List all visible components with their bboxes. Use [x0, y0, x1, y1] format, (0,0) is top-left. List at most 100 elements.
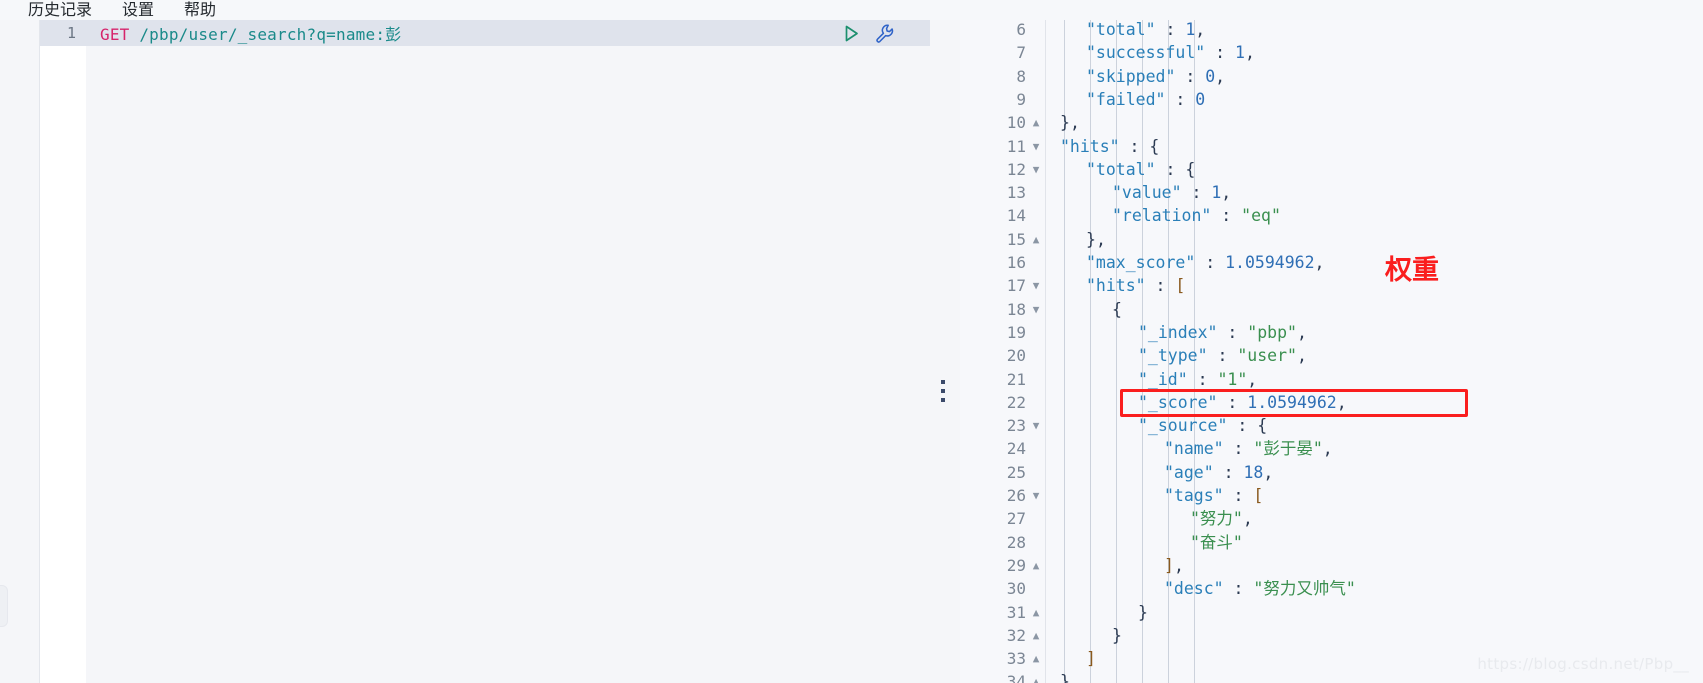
- response-line-text: "_index" : "pbp",: [1138, 322, 1307, 342]
- response-line-text: "name" : "彭于晏",: [1164, 439, 1333, 459]
- response-line: 11 ▼ "hits" : {: [960, 135, 1703, 158]
- response-line-number: 27: [1006, 509, 1026, 529]
- response-line-text: },: [1060, 113, 1080, 133]
- response-line-number: 33: [1006, 649, 1026, 669]
- pane-splitter[interactable]: [930, 20, 960, 683]
- response-line-text: "_source" : {: [1138, 416, 1268, 436]
- fold-collapse-icon[interactable]: ▼: [1030, 484, 1042, 507]
- response-line: 25 "age" : 18,: [960, 461, 1703, 484]
- response-line: 22 "_score" : 1.0594962,: [960, 391, 1703, 414]
- response-line: 15 ▲},: [960, 228, 1703, 251]
- fold-expand-icon[interactable]: ▲: [1030, 228, 1042, 251]
- response-line-number: 17: [1006, 276, 1026, 296]
- response-line-number: 13: [1006, 183, 1026, 203]
- drag-handle-icon[interactable]: [941, 380, 945, 402]
- response-line-text: ],: [1164, 555, 1184, 575]
- response-line: 21 "_id" : "1",: [960, 368, 1703, 391]
- response-line: 19 "_index" : "pbp",: [960, 321, 1703, 344]
- response-line: 6 "total" : 1,: [960, 20, 1703, 41]
- response-line-text: },: [1086, 229, 1106, 249]
- request-actions: [842, 20, 896, 46]
- response-line: 30 "desc" : "努力又帅气": [960, 577, 1703, 600]
- response-line: 16 "max_score" : 1.0594962,: [960, 251, 1703, 274]
- request-line[interactable]: 1 GET /pbp/user/_search?q=name:彭: [40, 20, 930, 46]
- response-line-number: 14: [1006, 206, 1026, 226]
- response-line-text: "total" : {: [1086, 159, 1196, 179]
- play-icon[interactable]: [842, 24, 861, 43]
- response-line-number: 20: [1006, 346, 1026, 366]
- fold-expand-icon[interactable]: ▲: [1030, 554, 1042, 577]
- request-editor-pane[interactable]: 1 GET /pbp/user/_search?q=name:彭: [40, 20, 930, 683]
- response-line: 31 ▲}: [960, 601, 1703, 624]
- response-line-number: 34: [1006, 672, 1026, 683]
- response-line: 12 ▼ "total" : {: [960, 158, 1703, 181]
- response-line-text: "age" : 18,: [1164, 462, 1274, 482]
- menu-item-help[interactable]: 帮助: [184, 0, 216, 20]
- response-line-number: 7: [1016, 43, 1026, 63]
- response-line-number: 31: [1006, 602, 1026, 622]
- watermark: https://blog.csdn.net/Pbp__: [1477, 655, 1689, 673]
- response-line-number: 16: [1006, 253, 1026, 272]
- response-line: 24 "name" : "彭于晏",: [960, 437, 1703, 460]
- response-line: 9 "failed" : 0: [960, 88, 1703, 111]
- fold-expand-icon[interactable]: ▲: [1030, 670, 1042, 683]
- response-line: 29 ▲],: [960, 554, 1703, 577]
- menu-item-settings[interactable]: 设置: [122, 0, 154, 20]
- annotation-label-weight: 权重: [1385, 255, 1439, 286]
- fold-collapse-icon[interactable]: ▼: [1030, 298, 1042, 321]
- response-line-text: }: [1112, 625, 1122, 645]
- grip-dot: [941, 398, 945, 402]
- response-line-number: 18: [1006, 299, 1026, 319]
- response-line-number: 21: [1006, 369, 1026, 389]
- rail-collapse-handle[interactable]: [0, 585, 8, 627]
- response-line-number: 32: [1006, 625, 1026, 645]
- response-line-number: 11: [1006, 136, 1026, 156]
- response-line-text: "relation" : "eq": [1112, 206, 1281, 226]
- fold-collapse-icon[interactable]: ▼: [1030, 135, 1042, 158]
- response-line: 10 ▲},: [960, 111, 1703, 134]
- editor-gutter: [40, 20, 86, 683]
- left-rail: [0, 20, 40, 683]
- fold-expand-icon[interactable]: ▲: [1030, 647, 1042, 670]
- response-line-number: 23: [1006, 416, 1026, 436]
- request-line-number: 1: [66, 24, 76, 42]
- fold-expand-icon[interactable]: ▲: [1030, 601, 1042, 624]
- menu-bar: 历史记录 设置 帮助: [0, 0, 1703, 20]
- kibana-dev-tools-console: 历史记录 设置 帮助 1 GET /pbp/user/_search?q=nam…: [0, 0, 1703, 683]
- response-line-text: "total" : 1,: [1086, 20, 1206, 39]
- response-line-number: 30: [1006, 579, 1026, 599]
- response-line-text: ]: [1086, 649, 1096, 669]
- editor-body[interactable]: [86, 20, 930, 683]
- response-line: 13 "value" : 1,: [960, 181, 1703, 204]
- response-line-number: 9: [1016, 89, 1026, 109]
- request-text[interactable]: GET /pbp/user/_search?q=name:彭: [86, 21, 930, 45]
- response-line: 18 ▼ {: [960, 298, 1703, 321]
- response-line-text: "hits" : [: [1086, 276, 1186, 296]
- response-line-number: 25: [1006, 462, 1026, 482]
- fold-expand-icon[interactable]: ▲: [1030, 624, 1042, 647]
- response-line-text: "tags" : [: [1164, 486, 1264, 505]
- response-line-text: "_type" : "user",: [1138, 346, 1307, 366]
- wrench-icon[interactable]: [875, 23, 896, 44]
- fold-collapse-icon[interactable]: ▼: [1030, 414, 1042, 437]
- response-line: 27 "努力",: [960, 507, 1703, 530]
- response-line-number: 10: [1006, 113, 1026, 133]
- fold-collapse-icon[interactable]: ▼: [1030, 158, 1042, 181]
- menu-item-history[interactable]: 历史记录: [28, 0, 92, 20]
- response-line: 20 "_type" : "user",: [960, 344, 1703, 367]
- response-line-text: "_id" : "1",: [1138, 369, 1258, 389]
- response-line-text: "奋斗": [1190, 532, 1243, 552]
- fold-expand-icon[interactable]: ▲: [1030, 111, 1042, 134]
- response-line: 7 "successful" : 1,: [960, 41, 1703, 64]
- response-line: 23 ▼ "_source" : {: [960, 414, 1703, 437]
- response-line-text: }: [1060, 672, 1070, 683]
- response-line-number: 12: [1006, 159, 1026, 179]
- fold-collapse-icon[interactable]: ▼: [1030, 274, 1042, 297]
- response-line-text: "value" : 1,: [1112, 183, 1232, 203]
- response-line: 26 ▼ "tags" : [: [960, 484, 1703, 507]
- response-pane[interactable]: 6 "total" : 1, 7 "successful" : 1, 8 "skipped…: [960, 20, 1703, 683]
- response-line: 14 "relation" : "eq": [960, 204, 1703, 227]
- response-line-text: "hits" : {: [1060, 136, 1160, 156]
- response-line-number: 29: [1006, 555, 1026, 575]
- response-line-text: {: [1112, 299, 1122, 319]
